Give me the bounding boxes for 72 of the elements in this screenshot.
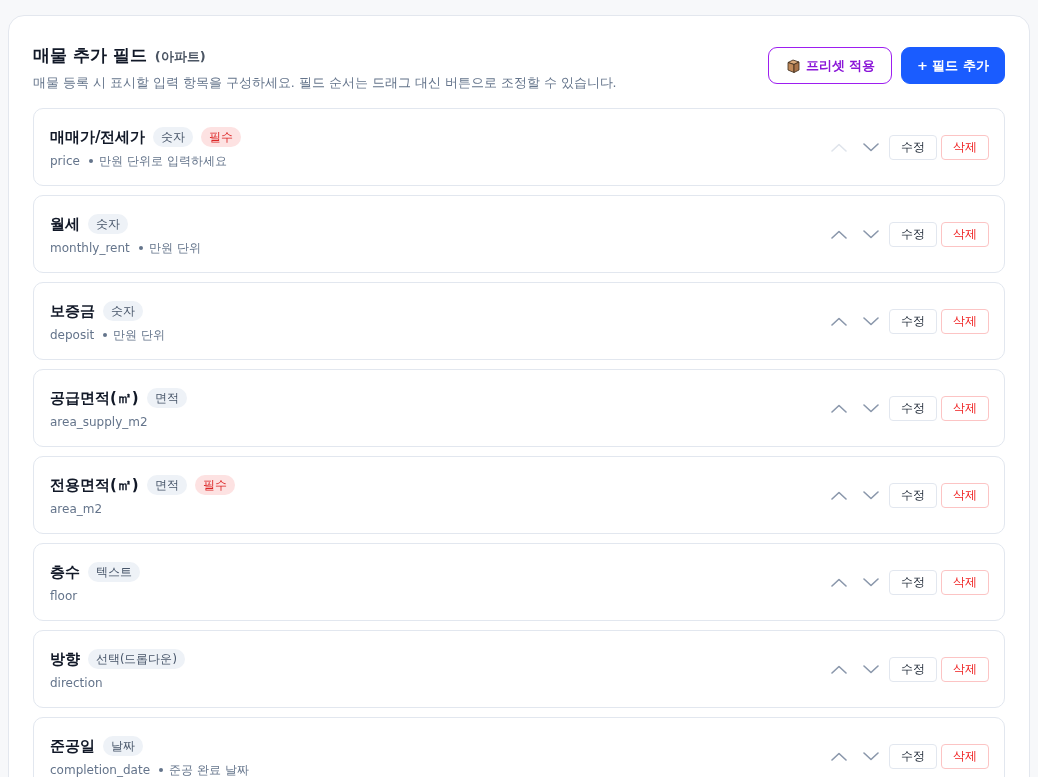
edit-button[interactable]: 수정 — [889, 656, 937, 682]
type-badge: 텍스트 — [88, 562, 140, 582]
chevron-down-icon — [863, 490, 879, 500]
required-badge: 필수 — [194, 475, 235, 495]
chevron-up-icon — [831, 490, 847, 500]
bullet-icon — [159, 768, 163, 772]
field-name: 공급면적(㎡) — [50, 388, 139, 408]
chevron-up-icon — [831, 142, 847, 152]
edit-button[interactable]: 수정 — [889, 482, 937, 508]
chevron-down-icon — [863, 229, 879, 239]
field-hint: 만원 단위로 입력하세요 — [98, 152, 227, 170]
field-key: monthly_rent — [50, 241, 130, 255]
delete-button[interactable]: 삭제 — [941, 221, 989, 247]
edit-button[interactable]: 수정 — [889, 221, 937, 247]
panel-description: 매물 등록 시 표시할 입력 항목을 구성하세요. 필드 순서는 드래그 대신 버튼으로 조정할 수 있습니다. — [33, 74, 617, 92]
field-name: 방향 — [50, 649, 80, 669]
chevron-down-icon — [863, 403, 879, 413]
chevron-down-icon — [863, 664, 879, 674]
field-hint: 만원 단위 — [148, 239, 201, 257]
delete-button[interactable]: 삭제 — [941, 656, 989, 682]
delete-button[interactable]: 삭제 — [941, 308, 989, 334]
chevron-down-icon — [863, 751, 879, 761]
edit-button[interactable]: 수정 — [889, 569, 937, 595]
delete-button[interactable]: 삭제 — [941, 395, 989, 421]
panel-subtitle: (아파트) — [154, 48, 206, 66]
type-badge: 면적 — [146, 475, 187, 495]
field-name: 월세 — [50, 214, 80, 234]
field-name: 매매가/전세가 — [50, 127, 146, 147]
chevron-down-icon — [863, 316, 879, 326]
add-field-button[interactable]: + 필드 추가 — [901, 47, 1005, 84]
field-name: 전용면적(㎡) — [50, 475, 139, 495]
bullet-icon — [88, 159, 93, 163]
edit-button[interactable]: 수정 — [889, 308, 937, 334]
chevron-up-icon — [831, 577, 847, 587]
field-hint: 만원 단위 — [113, 326, 166, 344]
field-key: floor — [50, 589, 78, 603]
type-badge: 숫자 — [88, 214, 128, 234]
type-badge: 숫자 — [103, 301, 143, 321]
field-key: area_m2 — [50, 502, 103, 516]
chevron-down-icon — [863, 142, 879, 152]
chevron-up-icon — [831, 664, 847, 674]
field-key: completion_date — [50, 763, 150, 777]
field-hint: 준공 완료 날짜 — [169, 761, 249, 777]
field-name: 층수 — [50, 562, 80, 582]
chevron-up-icon — [831, 751, 847, 761]
edit-button[interactable]: 수정 — [889, 743, 937, 769]
preset-button[interactable]: 프리셋 적용 — [767, 47, 893, 84]
type-badge: 날짜 — [103, 736, 143, 756]
delete-button[interactable]: 삭제 — [941, 482, 989, 508]
field-key: area_supply_m2 — [50, 415, 148, 429]
bullet-icon — [103, 333, 108, 337]
delete-button[interactable]: 삭제 — [941, 134, 989, 160]
box-icon — [784, 57, 801, 74]
panel-title: 매물 추가 필드 — [33, 44, 147, 67]
type-badge: 면적 — [146, 388, 187, 408]
type-badge: 숫자 — [153, 127, 194, 147]
field-key: price — [50, 154, 80, 168]
required-badge: 필수 — [201, 127, 242, 147]
edit-button[interactable]: 수정 — [889, 395, 937, 421]
type-badge: 선택(드롭다운) — [88, 649, 185, 669]
field-name: 준공일 — [50, 736, 95, 756]
chevron-up-icon — [831, 316, 847, 326]
field-key: direction — [50, 676, 103, 690]
field-key: deposit — [50, 328, 95, 342]
chevron-up-icon — [831, 403, 847, 413]
bullet-icon — [138, 246, 143, 250]
edit-button[interactable]: 수정 — [889, 134, 937, 160]
delete-button[interactable]: 삭제 — [941, 569, 989, 595]
field-name: 보증금 — [50, 301, 95, 321]
chevron-up-icon — [831, 229, 847, 239]
chevron-down-icon — [863, 577, 879, 587]
delete-button[interactable]: 삭제 — [941, 743, 989, 769]
